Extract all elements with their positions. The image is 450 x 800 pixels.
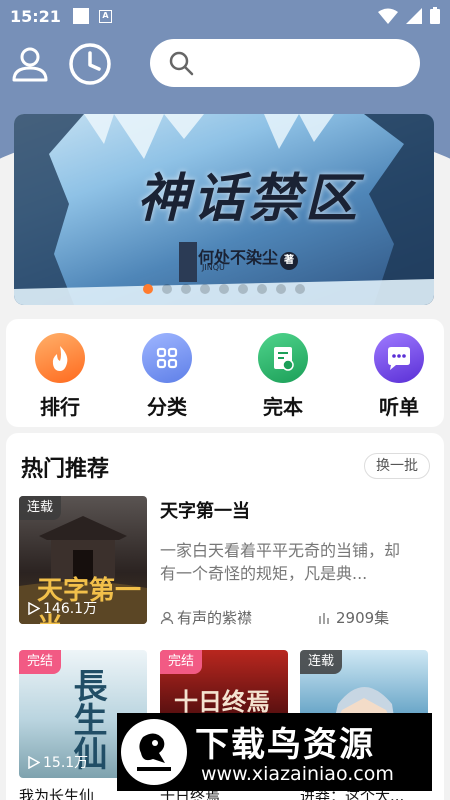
status-bar: 15:21 A (0, 0, 450, 32)
pagination-dot[interactable] (162, 284, 172, 294)
battery-icon (430, 7, 440, 24)
quick-nav-label: 听单 (379, 395, 419, 419)
play-icon (28, 601, 40, 615)
quick-nav-label: 排行 (40, 395, 80, 419)
signal-icon (406, 7, 422, 24)
quick-nav-ranking[interactable]: 排行 (20, 333, 100, 420)
status-badge: 完结 (19, 650, 62, 674)
cover-art-text: 十日终焉 (174, 687, 270, 716)
app-header (0, 38, 450, 90)
pagination-dot[interactable] (143, 284, 153, 294)
chat-bubble-icon (374, 333, 424, 383)
banner-author-mark: 著 (280, 252, 299, 270)
quick-nav-category[interactable]: 分类 (127, 333, 207, 420)
watermark-overlay: 下载鸟资源 www.xiazainiao.com (117, 713, 432, 791)
status-time: 15:21 (10, 6, 61, 26)
bird-logo-icon (121, 719, 187, 785)
book-title[interactable]: 我为长生仙 (19, 785, 94, 800)
episodes-count: 2909集 (336, 609, 390, 627)
watermark-url: www.xiazainiao.com (201, 763, 394, 785)
book-description: 一家白天看着平平无奇的当铺，却有一个奇怪的规矩，凡是典... (160, 541, 401, 583)
quick-nav: 排行 分类 完本 听单 (6, 319, 444, 427)
person-icon (160, 611, 174, 624)
section-title: 热门推荐 (21, 457, 110, 482)
notification-icon (72, 8, 89, 24)
status-badge: 完结 (160, 650, 203, 674)
refresh-batch-button[interactable]: 换一批 (364, 453, 430, 479)
banner-pagination (14, 284, 434, 294)
history-clock-icon[interactable] (68, 42, 112, 86)
search-icon (169, 51, 194, 76)
play-count: 146.1万 (27, 598, 97, 618)
pagination-dot[interactable] (238, 284, 248, 294)
play-count-value: 146.1万 (43, 601, 98, 617)
status-badge: 连载 (19, 496, 62, 520)
pagination-dot[interactable] (257, 284, 267, 294)
pagination-dot[interactable] (295, 284, 305, 294)
play-icon (28, 755, 40, 769)
book-episodes: 2909集 (318, 607, 389, 628)
play-count: 15.1万 (27, 752, 88, 772)
bars-icon (319, 612, 329, 624)
banner-subtitle: JINQU (202, 263, 225, 272)
wifi-icon (378, 8, 398, 24)
book-title: 天字第一当 (160, 501, 250, 522)
keyboard-a-icon: A (98, 9, 112, 23)
status-badge: 连载 (300, 650, 343, 674)
pagination-dot[interactable] (219, 284, 229, 294)
watermark-title: 下载鸟资源 (195, 725, 375, 765)
pagination-dot[interactable] (276, 284, 286, 294)
fire-icon (35, 333, 85, 383)
book-narrator: 有声的紫襟 (160, 607, 252, 628)
book-check-icon (258, 333, 308, 383)
quick-nav-listen-list[interactable]: 听单 (359, 333, 439, 420)
pagination-dot[interactable] (181, 284, 191, 294)
narrator-name: 有声的紫襟 (177, 609, 253, 627)
pagination-dot[interactable] (200, 284, 210, 294)
quick-nav-label: 完本 (263, 395, 303, 419)
featured-banner[interactable]: 神话禁区 何处不染尘著 JINQU (14, 114, 434, 305)
user-icon[interactable] (10, 44, 50, 84)
banner-title: 神话禁区 (136, 168, 361, 229)
quick-nav-label: 分类 (147, 395, 187, 419)
featured-book-cover[interactable]: 天字第一当 连载 146.1万 (19, 496, 147, 624)
quick-nav-completed[interactable]: 完本 (243, 333, 323, 420)
grid-icon (142, 333, 192, 383)
search-input[interactable] (150, 39, 420, 87)
play-count-value: 15.1万 (43, 755, 89, 771)
